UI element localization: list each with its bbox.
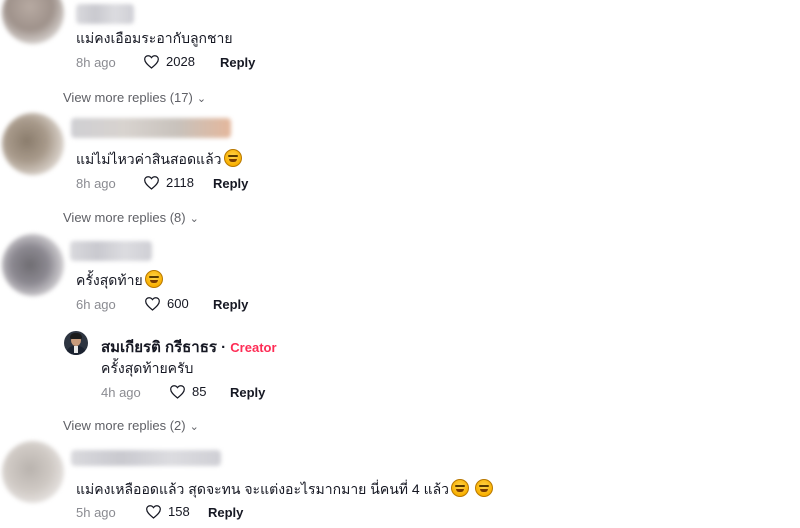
view-more-label: View more replies (8) [63,210,186,225]
commenter-name-blurred[interactable] [70,241,152,261]
heart-outline-icon [144,176,159,190]
view-more-replies[interactable]: View more replies (17) ⌄ [63,90,206,105]
reply-button[interactable]: Reply [208,505,243,520]
like-count: 2118 [166,175,194,190]
chevron-down-icon: ⌄ [189,421,199,433]
creator-avatar[interactable] [64,331,88,355]
commenter-name-blurred[interactable] [71,118,231,138]
commenter-name-blurred[interactable] [76,4,134,24]
comment-text: แม่ไม่ไหวค่าสินสอดแล้ว [76,149,242,171]
comment-text-content: ครั้งสุดท้าย [76,272,143,288]
like-button[interactable]: 2118 [143,175,194,190]
emoji-icon [223,149,242,167]
comment-time: 6h ago [76,297,116,312]
emoji-icon [474,479,493,497]
comment-time: 5h ago [76,505,116,520]
avatar[interactable] [2,113,64,175]
like-count: 600 [167,296,189,311]
creator-badge: Creator [230,340,277,355]
comment-text: แม่คงเหลืออดแล้ว สุดจะทน จะแต่งอะไรมากมา… [76,479,493,501]
emoji-icon [451,479,470,497]
like-button[interactable]: 600 [144,296,189,311]
comment-text: แม่คงเอือมระอากับลูกชาย [76,30,233,46]
view-more-label: View more replies (2) [63,418,186,433]
creator-reply-header: สมเกียรติ กรีธาธร · Creator [101,335,277,359]
like-button[interactable]: 158 [145,504,190,519]
like-count: 2028 [166,54,195,69]
heart-outline-icon [146,505,161,519]
view-more-replies[interactable]: View more replies (8) ⌄ [63,210,199,225]
emoji-icon [144,270,163,288]
view-more-replies[interactable]: View more replies (2) ⌄ [63,418,199,433]
reply-button[interactable]: Reply [230,385,265,400]
comment-text-content: แม่ไม่ไหวค่าสินสอดแล้ว [76,151,222,167]
like-count: 85 [192,384,207,399]
comment-text: ครั้งสุดท้าย [76,270,163,292]
chevron-down-icon: ⌄ [189,213,199,225]
creator-name[interactable]: สมเกียรติ กรีธาธร [101,339,217,356]
reply-button[interactable]: Reply [220,55,255,70]
avatar[interactable] [2,0,64,44]
comment-time: 8h ago [76,55,116,70]
reply-button[interactable]: Reply [213,297,248,312]
heart-outline-icon [170,385,185,399]
reply-time: 4h ago [101,385,141,400]
name-separator: · [221,339,227,356]
like-button[interactable]: 2028 [143,54,195,69]
commenter-name-blurred[interactable] [71,450,221,466]
chevron-down-icon: ⌄ [196,93,207,105]
comment-time: 8h ago [76,176,116,191]
reply-button[interactable]: Reply [213,176,248,191]
comment-text-content: แม่คงเหลืออดแล้ว สุดจะทน จะแต่งอะไรมากมา… [76,481,450,497]
like-button[interactable]: 85 [169,384,206,399]
avatar[interactable] [2,441,64,503]
view-more-label: View more replies (17) [63,90,193,105]
heart-outline-icon [145,297,160,311]
like-count: 158 [168,504,190,519]
reply-text: ครั้งสุดท้ายครับ [101,360,194,376]
avatar[interactable] [2,234,64,296]
heart-outline-icon [144,55,159,69]
